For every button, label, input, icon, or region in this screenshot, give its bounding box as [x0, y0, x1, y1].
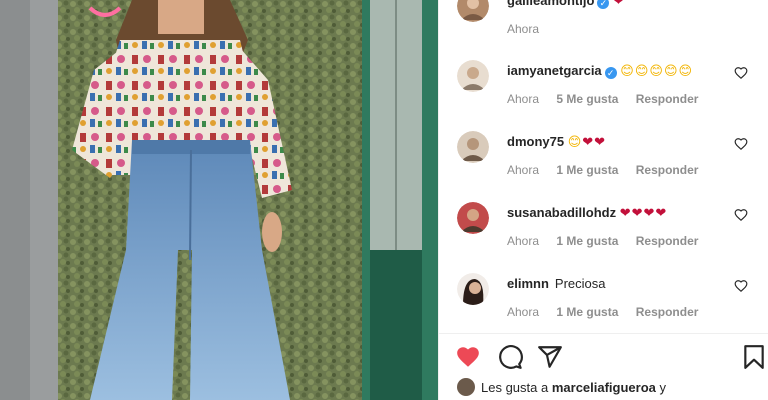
- reply-button[interactable]: Responder: [636, 92, 699, 106]
- comment-item: susanabadillohdz ❤❤❤❤ Ahora 1 Me gusta R…: [439, 202, 768, 266]
- verified-badge-icon: ✓: [597, 0, 610, 9]
- likes-suffix: y: [659, 380, 667, 395]
- comment-list[interactable]: galileamontijo ✓ ❤ Ahora iamyanetgarcia ✓ …: [439, 0, 768, 333]
- comment-hearts: ❤: [613, 0, 625, 8]
- action-bar: [439, 342, 768, 374]
- comment-username[interactable]: susanabadillohdz: [507, 205, 616, 220]
- comment-line: susanabadillohdz ❤❤❤❤: [507, 204, 727, 222]
- comment-item: dmony75 😊❤❤ Ahora 1 Me gusta Responder: [439, 131, 768, 195]
- comment-meta: Ahora 1 Me gusta Responder: [507, 305, 712, 319]
- comment-emoji: 😊😊😊😊😊: [620, 63, 694, 78]
- comment-hearts: ❤❤❤❤: [619, 205, 668, 220]
- comment-item: elimnn Preciosa Ahora 1 Me gusta Responde…: [439, 273, 768, 333]
- heart-outline-icon[interactable]: [734, 66, 748, 80]
- comment-hearts: ❤❤: [582, 134, 607, 149]
- comment-line: galileamontijo ✓ ❤: [507, 0, 727, 10]
- heart-outline-icon[interactable]: [734, 137, 748, 151]
- comment-username[interactable]: dmony75: [507, 134, 564, 149]
- comment-time[interactable]: Ahora: [507, 22, 539, 36]
- post-photo-illustration: [0, 0, 438, 400]
- comment-item: iamyanetgarcia ✓ 😊😊😊😊😊 Ahora 5 Me gusta R…: [439, 60, 768, 124]
- comment-username[interactable]: iamyanetgarcia: [507, 63, 602, 78]
- instagram-post-view: galileamontijo ✓ ❤ Ahora iamyanetgarcia ✓ …: [0, 0, 768, 400]
- heart-filled-icon[interactable]: [455, 344, 481, 370]
- likes-user[interactable]: marceliafigueroa: [552, 380, 656, 395]
- bookmark-icon[interactable]: [741, 344, 767, 370]
- likes-summary: Les gusta a marceliafigueroa y: [457, 378, 757, 398]
- comment-likes[interactable]: 1 Me gusta: [556, 163, 618, 177]
- avatar[interactable]: [457, 0, 489, 22]
- comment-username[interactable]: galileamontijo: [507, 0, 594, 8]
- likes-prefix: Les gusta a: [481, 380, 549, 395]
- comment-likes[interactable]: 5 Me gusta: [556, 92, 618, 106]
- reply-button[interactable]: Responder: [636, 305, 699, 319]
- comment-line: elimnn Preciosa: [507, 275, 727, 293]
- comment-likes[interactable]: 1 Me gusta: [556, 234, 618, 248]
- avatar[interactable]: [457, 60, 489, 92]
- comments-panel: galileamontijo ✓ ❤ Ahora iamyanetgarcia ✓ …: [438, 0, 768, 400]
- comment-line: iamyanetgarcia ✓ 😊😊😊😊😊: [507, 62, 727, 80]
- comment-meta: Ahora 5 Me gusta Responder: [507, 92, 712, 106]
- reply-button[interactable]: Responder: [636, 163, 699, 177]
- comment-meta: Ahora 1 Me gusta Responder: [507, 163, 712, 177]
- avatar[interactable]: [457, 273, 489, 305]
- comment-username[interactable]: elimnn: [507, 276, 549, 291]
- comment-icon[interactable]: [497, 344, 523, 370]
- comment-meta: Ahora 1 Me gusta Responder: [507, 234, 712, 248]
- heart-outline-icon[interactable]: [734, 279, 748, 293]
- verified-badge-icon: ✓: [604, 67, 617, 79]
- comment-time[interactable]: Ahora: [507, 92, 539, 106]
- avatar[interactable]: [457, 378, 475, 396]
- comment-time[interactable]: Ahora: [507, 305, 539, 319]
- post-photo[interactable]: [0, 0, 438, 400]
- comment-likes[interactable]: 1 Me gusta: [556, 305, 618, 319]
- comment-meta: Ahora: [507, 22, 553, 36]
- comment-item: galileamontijo ✓ ❤ Ahora: [439, 0, 768, 54]
- avatar[interactable]: [457, 131, 489, 163]
- reply-button[interactable]: Responder: [636, 234, 699, 248]
- heart-outline-icon[interactable]: [734, 208, 748, 222]
- comment-text: Preciosa: [554, 276, 606, 291]
- comment-time[interactable]: Ahora: [507, 163, 539, 177]
- comment-emoji: 😊: [567, 134, 583, 149]
- comment-line: dmony75 😊❤❤: [507, 133, 727, 151]
- paper-plane-icon[interactable]: [537, 344, 563, 370]
- comment-time[interactable]: Ahora: [507, 234, 539, 248]
- avatar[interactable]: [457, 202, 489, 234]
- section-divider: [439, 333, 768, 334]
